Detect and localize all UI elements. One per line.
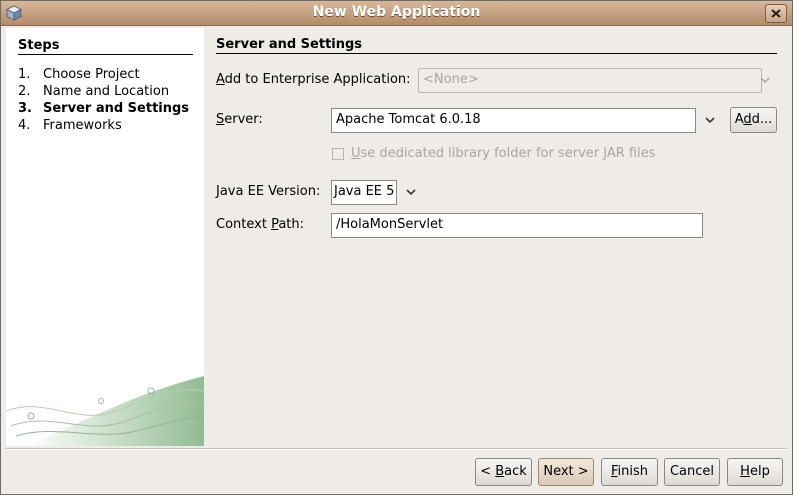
java-ee-version-select[interactable]: Java EE 5 <box>331 180 397 205</box>
settings-panel: Server and Settings Add to Enterprise Ap… <box>204 28 789 446</box>
enterprise-app-label: Add to Enterprise Application: <box>216 72 411 87</box>
finish-button[interactable]: Finish <box>601 458 658 486</box>
close-icon <box>771 9 781 18</box>
server-label: Server: <box>216 112 263 127</box>
java-ee-version-label: Java EE Version: <box>216 184 321 199</box>
add-server-button[interactable]: Add... <box>730 107 777 133</box>
footer-divider <box>6 448 787 450</box>
steps-divider <box>18 54 193 55</box>
panel-divider <box>216 53 777 54</box>
step-name-and-location: 2. Name and Location <box>18 84 170 99</box>
enterprise-app-select[interactable]: <None> <box>418 68 770 93</box>
step-frameworks: 4. Frameworks <box>18 118 122 133</box>
help-button[interactable]: Help <box>727 458 783 486</box>
panel-title: Server and Settings <box>216 37 363 52</box>
dedicated-library-label: Use dedicated library folder for server … <box>351 146 656 161</box>
server-chevron-down-icon[interactable] <box>704 114 716 126</box>
step-server-and-settings: 3. Server and Settings <box>18 101 190 116</box>
next-button[interactable]: Next > <box>538 458 594 486</box>
steps-title: Steps <box>18 38 60 53</box>
context-path-label: Context Path: <box>216 217 305 232</box>
cancel-button[interactable]: Cancel <box>664 458 720 486</box>
wizard-window: New Web Application Steps 1. Choose Proje… <box>0 0 793 495</box>
step-choose-project: 1. Choose Project <box>18 67 140 82</box>
title-bar[interactable]: New Web Application <box>1 1 792 26</box>
chevron-down-icon <box>760 77 770 84</box>
server-select[interactable]: Apache Tomcat 6.0.18 <box>331 108 696 133</box>
close-button[interactable] <box>765 4 787 23</box>
steps-pane: Steps 1. Choose Project 2. Name and Locati… <box>6 28 204 446</box>
java-ee-chevron-down-icon[interactable] <box>405 186 417 198</box>
steps-list: 1. Choose Project 2. Name and Location 3. S… <box>18 66 189 134</box>
window-title: New Web Application <box>312 4 481 20</box>
context-path-input[interactable]: /HolaMonServlet <box>331 213 703 238</box>
dedicated-library-checkbox[interactable] <box>332 148 344 160</box>
back-button[interactable]: < Back <box>475 458 532 486</box>
decorative-swirl-graphic <box>6 376 204 446</box>
